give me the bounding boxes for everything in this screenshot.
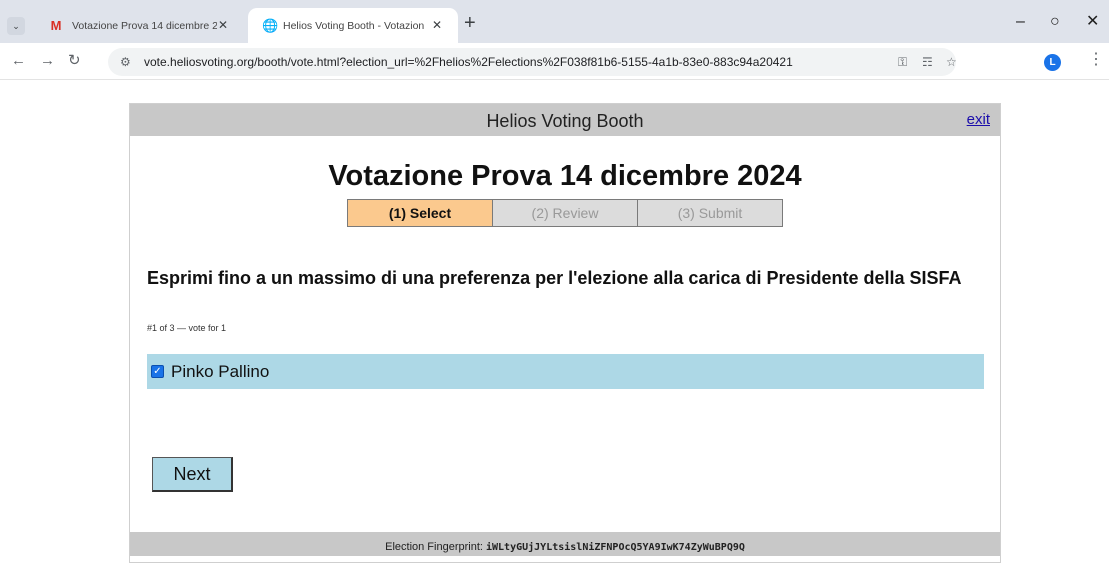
question-meta: #1 of 3 — vote for 1 bbox=[147, 323, 227, 333]
more-menu-icon[interactable]: ⋮ bbox=[1088, 51, 1104, 69]
booth-footer: Election Fingerprint: iWLtyGUjJYLtsislNi… bbox=[130, 532, 1000, 556]
forward-icon[interactable]: → bbox=[40, 52, 55, 70]
key-icon[interactable]: ⚿ bbox=[898, 53, 907, 71]
booth-title: Helios Voting Booth bbox=[486, 111, 644, 131]
browser-toolbar: ← → ↻ ⚙ vote.heliosvoting.org/booth/vote… bbox=[0, 43, 1109, 80]
tab-helios-booth[interactable]: 🌐 Helios Voting Booth - Votazion ✕ bbox=[248, 8, 458, 43]
globe-icon: 🌐 bbox=[262, 18, 279, 33]
answer-option[interactable]: ✓ Pinko Pallino bbox=[147, 354, 984, 389]
next-button[interactable]: Next bbox=[152, 457, 233, 492]
site-settings-icon[interactable]: ⚙ bbox=[120, 53, 131, 71]
close-tab-icon[interactable]: ✕ bbox=[218, 18, 228, 32]
step-review: (2) Review bbox=[492, 199, 638, 227]
election-title: Votazione Prova 14 dicembre 2024 bbox=[328, 160, 802, 192]
restore-icon[interactable]: ○ bbox=[1050, 13, 1060, 31]
url-text[interactable]: vote.heliosvoting.org/booth/vote.html?el… bbox=[144, 55, 793, 69]
tab-gmail[interactable]: M Votazione Prova 14 dicembre 2 ✕ bbox=[32, 8, 244, 43]
close-tab-icon[interactable]: ✕ bbox=[432, 18, 442, 32]
voting-booth-panel: Helios Voting Booth exit Votazione Prova… bbox=[129, 103, 1001, 563]
fingerprint-value: iWLtyGUjJYLtsislNiZFNPOcQ5YA9IwK74ZyWuBP… bbox=[486, 542, 745, 553]
question-text: Esprimi fino a un massimo di una prefere… bbox=[147, 268, 962, 288]
reload-icon[interactable]: ↻ bbox=[68, 52, 81, 70]
tab-search-chevron-icon[interactable]: ⌄ bbox=[7, 17, 25, 35]
booth-header: Helios Voting Booth exit bbox=[130, 104, 1000, 136]
translate-icon[interactable]: ☶ bbox=[922, 53, 933, 71]
profile-avatar[interactable]: L bbox=[1044, 54, 1061, 71]
fingerprint: Election Fingerprint: iWLtyGUjJYLtsislNi… bbox=[130, 540, 1000, 555]
browser-tab-strip: ⌄ M Votazione Prova 14 dicembre 2 ✕ 🌐 He… bbox=[0, 0, 1109, 43]
bookmark-star-icon[interactable]: ☆ bbox=[946, 53, 957, 71]
new-tab-icon[interactable]: + bbox=[464, 13, 476, 33]
progress-steps: (1) Select (2) Review (3) Submit bbox=[347, 199, 784, 227]
exit-link[interactable]: exit bbox=[967, 111, 990, 129]
step-submit: (3) Submit bbox=[637, 199, 783, 227]
step-select: (1) Select bbox=[347, 199, 493, 227]
answer-checkbox[interactable]: ✓ bbox=[151, 365, 164, 378]
gmail-icon: M bbox=[50, 18, 62, 33]
close-window-icon[interactable]: ✕ bbox=[1086, 13, 1099, 31]
minimize-icon[interactable]: – bbox=[1016, 13, 1025, 31]
address-bar[interactable]: ⚙ vote.heliosvoting.org/booth/vote.html?… bbox=[108, 48, 957, 76]
tab-title: Helios Voting Booth - Votazion bbox=[283, 20, 425, 32]
fingerprint-label: Election Fingerprint: bbox=[385, 541, 483, 553]
answer-label[interactable]: Pinko Pallino bbox=[171, 362, 269, 382]
tab-title: Votazione Prova 14 dicembre 2 bbox=[72, 20, 217, 32]
back-icon[interactable]: ← bbox=[11, 52, 26, 70]
